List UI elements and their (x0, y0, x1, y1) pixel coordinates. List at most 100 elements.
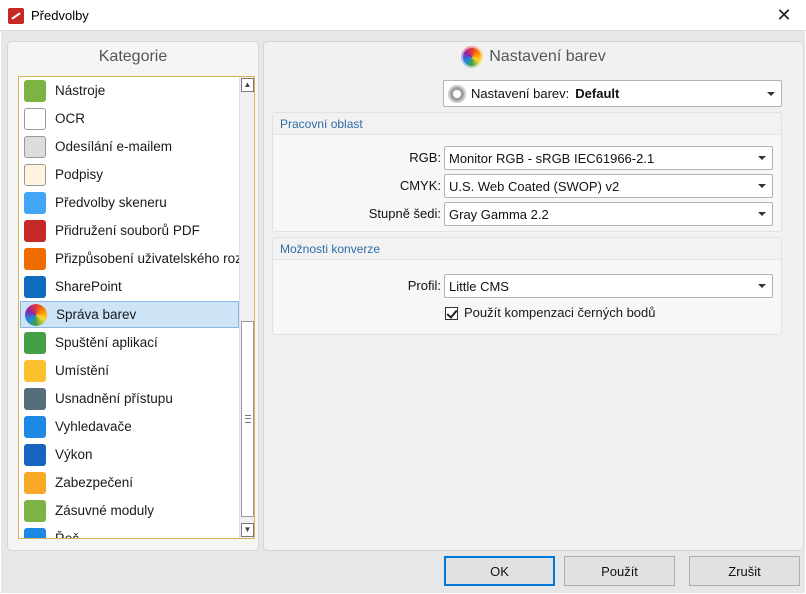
category-item-label: Správa barev (56, 307, 137, 322)
title-bar: Předvolby ✕ (0, 0, 806, 31)
category-item-sharepoint[interactable]: SharePoint (20, 273, 239, 300)
cmyk-label: CMYK: (399, 178, 441, 193)
folder-location-icon (24, 359, 46, 382)
settings-panel: Nastavení barev Nastavení barev: Default… (263, 41, 804, 551)
category-title: Kategorie (98, 48, 168, 65)
ocr-icon (24, 107, 46, 130)
conversion-group: Možnosti konverze Profil: Little CMS Pou… (272, 237, 782, 335)
gauge-icon (24, 443, 46, 466)
category-item-shield[interactable]: Zabezpečení (20, 469, 239, 496)
gray-value: Gray Gamma 2.2 (449, 206, 549, 222)
signature-icon (24, 163, 46, 186)
color-preset-dropdown[interactable]: Nastavení barev: Default (443, 80, 782, 107)
compass-icon (24, 415, 46, 438)
glasses-icon (24, 387, 46, 410)
envelope-icon (24, 135, 46, 158)
grip-icon (245, 415, 251, 423)
category-item-glasses[interactable]: Usnadnění přístupu (20, 385, 239, 412)
category-item-label: Předvolby skeneru (55, 195, 167, 210)
shield-icon (24, 471, 46, 494)
category-item-scanner[interactable]: Předvolby skeneru (20, 189, 239, 216)
conversion-group-title: Možnosti konverze (280, 242, 381, 256)
button-bar: OK Použít Zrušit (1, 553, 805, 593)
scanner-icon (24, 191, 46, 214)
profile-value: Little CMS (449, 278, 509, 294)
category-item-label: Výkon (55, 447, 93, 462)
rgb-dropdown[interactable]: Monitor RGB - sRGB IEC61966-2.1 (444, 146, 773, 170)
app-logo-icon (8, 8, 24, 24)
color-preset-value: Default (575, 86, 620, 101)
category-item-ocr[interactable]: OCR (20, 105, 239, 132)
ok-button[interactable]: OK (444, 556, 555, 586)
category-item-label: Řeč (55, 531, 79, 538)
chevron-down-icon (767, 91, 775, 96)
profile-dropdown[interactable]: Little CMS (444, 274, 773, 298)
scroll-up-button[interactable]: ▲ (241, 78, 254, 92)
category-item-label: Zásuvné moduly (55, 503, 155, 518)
gear-icon (448, 84, 466, 103)
category-item-customize[interactable]: Přizpůsobení uživatelského roz (20, 245, 239, 272)
category-item-label: Zabezpečení (55, 475, 134, 490)
tools-icon (24, 79, 46, 102)
workspace-group-title: Pracovní oblast (280, 117, 363, 131)
category-item-tools[interactable]: Nástroje (20, 77, 239, 104)
dialog-body: Kategorie Nástroje OCR Odesílání e-mailem P… (1, 31, 805, 593)
category-item-label: Odesílání e-mailem (55, 139, 173, 154)
category-item-label: Spuštění aplikací (55, 335, 158, 350)
category-item-label: Usnadnění přístupu (55, 391, 173, 406)
apply-button[interactable]: Použít (564, 556, 675, 586)
cmyk-dropdown[interactable]: U.S. Web Coated (SWOP) v2 (444, 174, 773, 198)
category-item-gauge[interactable]: Výkon (20, 441, 239, 468)
chevron-down-icon (758, 184, 766, 188)
scroll-thumb[interactable] (241, 321, 254, 517)
app-launch-icon (24, 331, 46, 354)
category-item-folder-location[interactable]: Umístění (20, 357, 239, 384)
category-list-items: Nástroje OCR Odesílání e-mailem Podpisy Před… (19, 77, 239, 538)
window-title: Předvolby (31, 8, 89, 23)
gray-dropdown[interactable]: Gray Gamma 2.2 (444, 202, 773, 226)
pdf-file-icon (24, 219, 46, 242)
color-preset-label: Nastavení barev: (471, 86, 570, 101)
category-item-label: Přidružení souborů PDF (55, 223, 200, 238)
category-item-speech[interactable]: Řeč (20, 525, 239, 538)
category-item-app-launch[interactable]: Spuštění aplikací (20, 329, 239, 356)
category-item-color-wheel[interactable]: Správa barev (20, 301, 239, 328)
sharepoint-icon (24, 275, 46, 298)
profile-label: Profil: (407, 278, 441, 293)
chevron-down-icon (758, 212, 766, 216)
category-item-label: Podpisy (55, 167, 104, 182)
black-point-checkbox[interactable] (445, 307, 458, 320)
category-item-signature[interactable]: Podpisy (20, 161, 239, 188)
scroll-down-button[interactable]: ▼ (241, 523, 254, 537)
category-panel: Kategorie Nástroje OCR Odesílání e-mailem P… (7, 41, 259, 551)
customize-icon (24, 247, 46, 270)
rgb-value: Monitor RGB - sRGB IEC61966-2.1 (449, 150, 655, 166)
category-header: Kategorie (8, 42, 258, 72)
category-item-puzzle[interactable]: Zásuvné moduly (20, 497, 239, 524)
category-scrollbar[interactable]: ▲ ▼ (239, 77, 254, 538)
close-button[interactable]: ✕ (762, 0, 806, 30)
gray-label: Stupně šedi: (368, 206, 441, 221)
category-item-compass[interactable]: Vyhledavače (20, 413, 239, 440)
settings-title: Nastavení barev (489, 48, 606, 65)
category-item-envelope[interactable]: Odesílání e-mailem (20, 133, 239, 160)
category-list[interactable]: Nástroje OCR Odesílání e-mailem Podpisy Před… (18, 76, 255, 539)
category-item-label: Přizpůsobení uživatelského roz (55, 251, 239, 266)
black-point-label: Použít kompenzaci černých bodů (464, 305, 656, 320)
cancel-button[interactable]: Zrušit (689, 556, 800, 586)
cmyk-value: U.S. Web Coated (SWOP) v2 (449, 178, 620, 194)
category-item-label: Nástroje (55, 83, 106, 98)
category-item-label: Vyhledavače (55, 419, 132, 434)
rgb-label: RGB: (409, 150, 441, 165)
workspace-group: Pracovní oblast RGB: Monitor RGB - sRGB … (272, 112, 782, 232)
color-wheel-icon (461, 46, 484, 68)
chevron-down-icon (758, 284, 766, 288)
chevron-down-icon (758, 156, 766, 160)
settings-header: Nastavení barev (264, 42, 803, 72)
category-item-label: Umístění (55, 363, 110, 378)
color-wheel-icon (25, 303, 47, 326)
category-item-pdf-file[interactable]: Přidružení souborů PDF (20, 217, 239, 244)
category-item-label: OCR (55, 111, 85, 126)
category-item-label: SharePoint (55, 279, 122, 294)
puzzle-icon (24, 499, 46, 522)
